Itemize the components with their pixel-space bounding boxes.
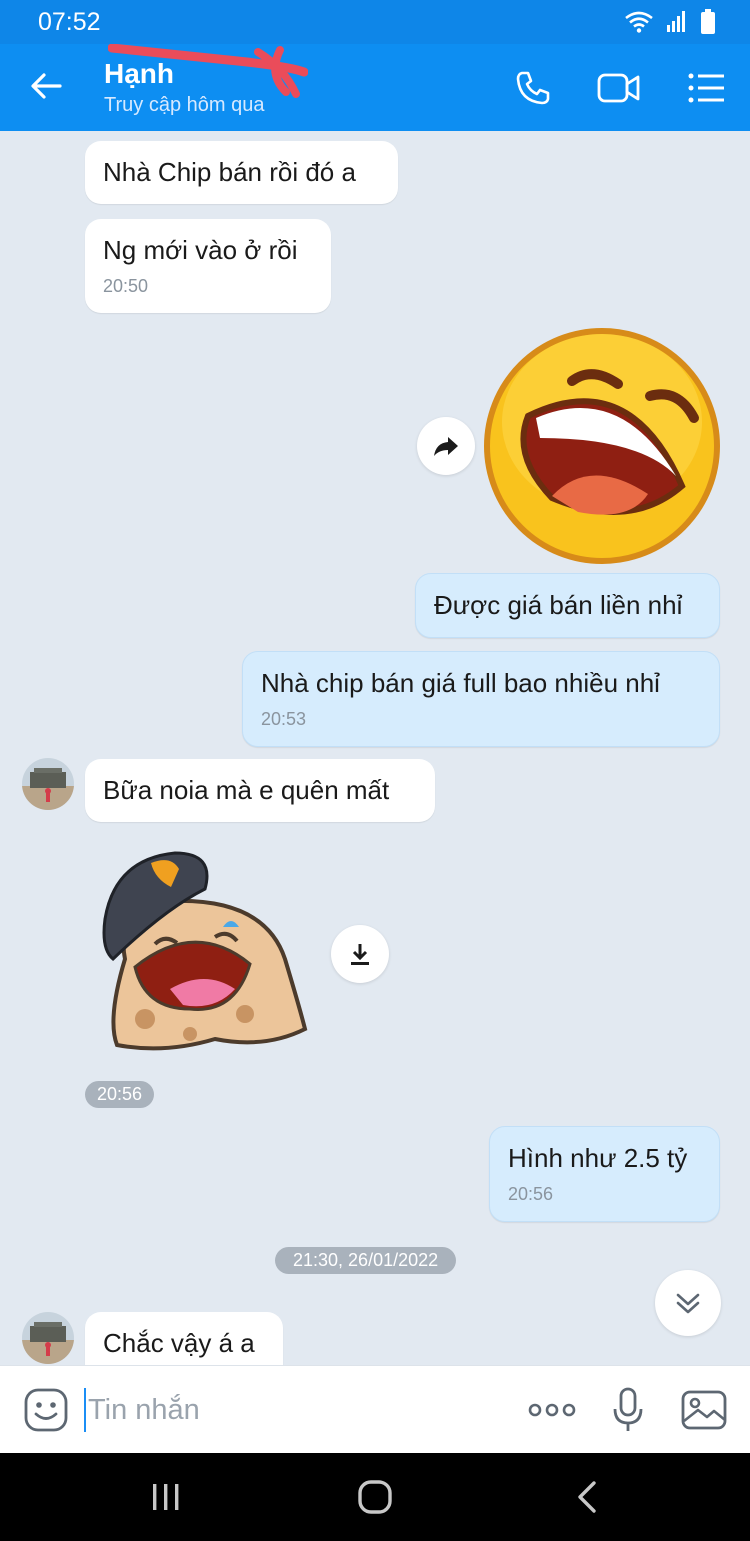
status-icons (624, 9, 716, 35)
message-time: 20:56 (85, 1081, 155, 1108)
recent-apps-button[interactable] (148, 1475, 184, 1519)
image-button[interactable] (680, 1386, 728, 1434)
message-incoming[interactable]: Chắc vậy á a (85, 1312, 283, 1365)
voice-button[interactable] (606, 1386, 650, 1434)
video-call-button[interactable] (594, 64, 644, 112)
message-input-bar (0, 1365, 750, 1453)
chat-header: Hạnh Truy cập hôm qua (0, 44, 750, 131)
message-text: Bữa noia mà e quên mất (103, 775, 390, 805)
message-text: Được giá bán liền nhỉ (434, 590, 683, 620)
status-time: 07:52 (38, 8, 101, 36)
battery-icon (701, 9, 715, 34)
home-button[interactable] (356, 1475, 394, 1519)
message-text: Hình như 2.5 tỷ (508, 1143, 688, 1173)
message-outgoing[interactable]: Được giá bán liền nhỉ (415, 573, 720, 638)
phone-icon (516, 71, 550, 105)
emoji-button[interactable] (22, 1386, 70, 1434)
back-arrow-icon (31, 73, 62, 99)
avatar-photo (22, 758, 74, 810)
microphone-icon (613, 1387, 643, 1431)
more-button[interactable] (526, 1386, 578, 1434)
wifi-icon (625, 11, 653, 33)
avatar[interactable] (22, 1312, 74, 1364)
message-time: 20:56 (508, 1184, 554, 1204)
date-separator: 21:30, 26/01/2022 (275, 1247, 457, 1274)
image-icon (681, 1390, 727, 1430)
menu-button[interactable] (682, 64, 732, 112)
scroll-to-bottom-button[interactable] (655, 1270, 721, 1336)
message-time: 20:50 (103, 276, 149, 296)
avatar-photo (22, 1312, 74, 1364)
laughing-police-sticker[interactable] (95, 849, 320, 1069)
chevron-left-icon (578, 1481, 596, 1513)
chat-messages[interactable]: Nhà Chip bán rồi đó a Ng mới vào ở rồi 2… (0, 131, 750, 1365)
back-button[interactable] (26, 66, 74, 110)
menu-list-icon (688, 73, 724, 103)
recent-apps-icon (153, 1484, 179, 1510)
double-chevron-down-icon (676, 1293, 700, 1314)
status-bar: 07:52 (0, 0, 750, 44)
message-text: Chắc vậy á a (103, 1328, 255, 1358)
message-incoming[interactable]: Nhà Chip bán rồi đó a (85, 141, 398, 204)
more-dots-icon (528, 1403, 576, 1417)
system-back-button[interactable] (572, 1475, 602, 1519)
message-outgoing[interactable]: Nhà chip bán giá full bao nhiều nhỉ 20:5… (242, 651, 720, 747)
video-call-icon (597, 73, 640, 103)
message-incoming[interactable]: Bữa noia mà e quên mất (85, 759, 435, 822)
message-incoming[interactable]: Ng mới vào ở rồi 20:50 (85, 219, 331, 313)
message-input[interactable] (84, 1388, 504, 1432)
message-text: Nhà chip bán giá full bao nhiều nhỉ (261, 668, 660, 698)
avatar[interactable] (22, 758, 74, 810)
signal-icon (667, 11, 685, 32)
forward-button[interactable] (417, 417, 475, 475)
system-nav-bar (0, 1453, 750, 1541)
message-text: Ng mới vào ở rồi (103, 235, 298, 265)
laughing-emoji-sticker[interactable] (480, 326, 725, 566)
message-time: 20:53 (261, 709, 307, 729)
download-button[interactable] (331, 925, 389, 983)
contact-status: Truy cập hôm qua (104, 94, 265, 116)
message-text: Nhà Chip bán rồi đó a (103, 157, 356, 187)
message-outgoing[interactable]: Hình như 2.5 tỷ 20:56 (489, 1126, 720, 1222)
call-button[interactable] (508, 64, 558, 112)
download-icon (351, 944, 369, 965)
emoji-icon (24, 1388, 68, 1432)
forward-icon (434, 437, 458, 456)
home-icon (358, 1480, 392, 1514)
